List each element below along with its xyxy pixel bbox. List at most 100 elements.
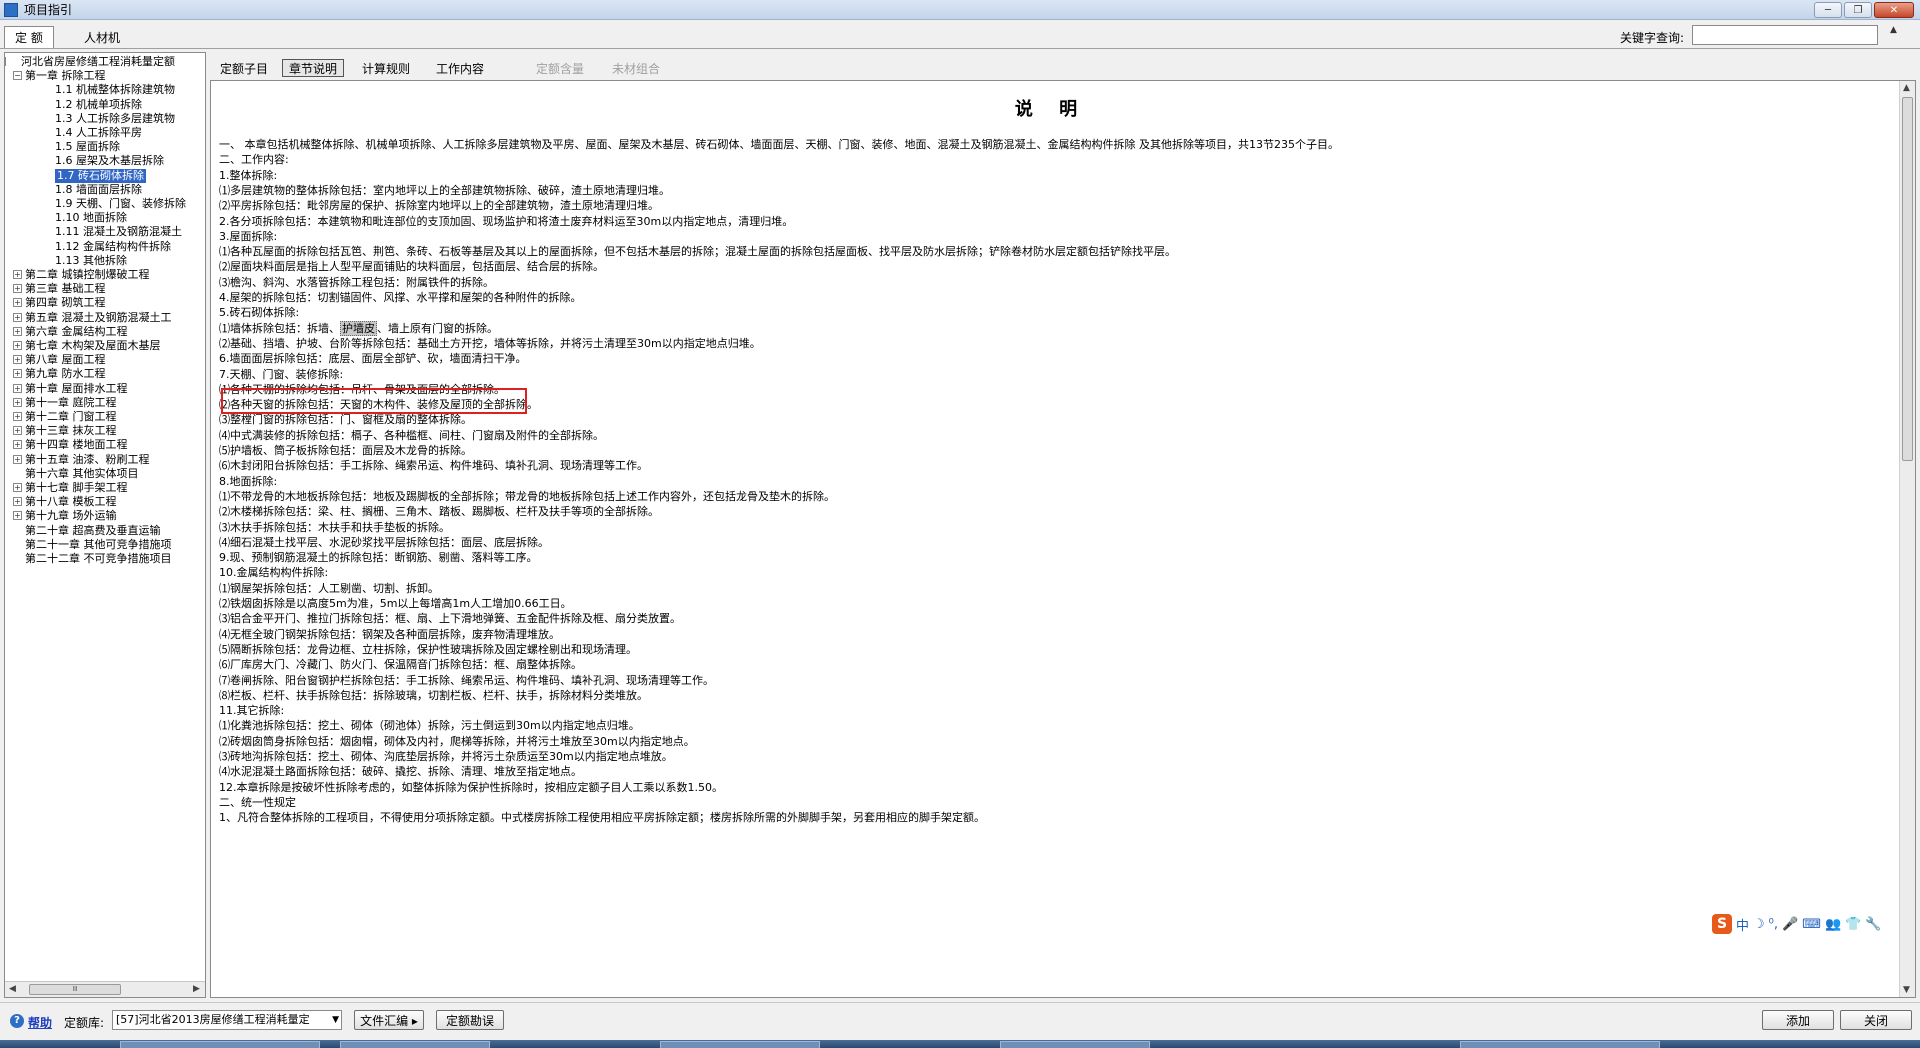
file-compilation-button[interactable]: 文件汇编 ▸ <box>354 1010 424 1030</box>
scroll-left-icon[interactable]: ◀ <box>9 984 16 994</box>
maximize-button[interactable]: ❐ <box>1844 2 1872 18</box>
quota-library-select[interactable]: [57]河北省2013房屋修缮工程消耗量定 ▼ <box>112 1010 342 1030</box>
tree-node[interactable]: 河北省房屋修缮工程消耗量定额 <box>21 55 175 69</box>
tree-node[interactable]: 第十章 屋面排水工程 <box>25 382 128 396</box>
tree-expander-icon[interactable]: − <box>5 57 6 66</box>
tree-expander-icon[interactable]: + <box>13 270 22 279</box>
tree-expander-icon[interactable]: − <box>13 71 22 81</box>
tree-expander-icon[interactable]: + <box>13 426 22 436</box>
tree-node[interactable]: 1.7 砖石砌体拆除 <box>55 168 146 183</box>
taskbar-item[interactable] <box>1460 1041 1660 1048</box>
add-button[interactable]: 添加 <box>1762 1010 1834 1030</box>
tree-node[interactable]: 1.5 屋面拆除 <box>55 140 120 154</box>
subtab-quota-items[interactable]: 定额子目 <box>214 59 274 77</box>
close-window-button[interactable]: ✕ <box>1874 2 1914 18</box>
tab-labor-material-machine[interactable]: 人材机 <box>74 27 130 47</box>
tree-node[interactable]: 1.13 其他拆除 <box>55 254 127 268</box>
tree-node[interactable]: 第二十二章 不可竞争措施项目 <box>25 552 172 566</box>
subtab-chapter-notes[interactable]: 章节说明 <box>282 59 345 77</box>
tree-horizontal-scrollbar[interactable]: ◀ Ⅲ ▶ <box>5 981 205 997</box>
subtab-material-combo: 未材组合 <box>612 61 661 76</box>
tree-expander-icon[interactable]: + <box>13 397 22 407</box>
quota-chapter-tree[interactable]: −河北省房屋修缮工程消耗量定额−第一章 拆除工程1.1 机械整体拆除建筑物1.2… <box>4 52 206 998</box>
tree-node[interactable]: 1.2 机械单项拆除 <box>55 98 142 112</box>
tree-node[interactable]: 第六章 金属结构工程 <box>25 325 128 339</box>
tree-node[interactable]: 1.3 人工拆除多层建筑物 <box>55 112 175 126</box>
tree-expander-icon[interactable]: + <box>13 312 22 322</box>
chevron-down-icon[interactable]: ▼ <box>332 1011 339 1029</box>
microphone-icon[interactable]: 🎤 <box>1782 917 1798 932</box>
tree-node[interactable]: 第四章 砌筑工程 <box>25 296 106 310</box>
tree-node[interactable]: 第二十一章 其他可竞争措施项 <box>25 538 172 552</box>
ime-language-toggle[interactable]: 中 <box>1736 915 1749 934</box>
tree-expander-icon[interactable]: + <box>13 497 22 507</box>
document-vertical-scrollbar[interactable]: ▲ ▼ <box>1899 81 1915 997</box>
skin-icon[interactable]: 👕 <box>1845 917 1861 932</box>
tree-expander-icon[interactable]: + <box>13 383 22 393</box>
tree-node[interactable]: 第八章 屋面工程 <box>25 353 106 367</box>
document-line: 二、统一性规定 <box>219 795 296 809</box>
tree-expander-icon[interactable]: + <box>13 454 22 464</box>
keyword-scroll-up-icon[interactable]: ▲ <box>1890 25 1904 45</box>
tree-node[interactable]: 1.1 机械整体拆除建筑物 <box>55 83 175 97</box>
taskbar-item[interactable] <box>1000 1041 1150 1048</box>
taskbar-item[interactable] <box>660 1041 820 1048</box>
subtab-work-content[interactable]: 工作内容 <box>430 59 490 77</box>
tree-expander-icon[interactable]: + <box>13 440 22 450</box>
tree-expander-icon[interactable]: + <box>13 369 22 379</box>
scroll-up-icon[interactable]: ▲ <box>1903 83 1910 93</box>
help-icon[interactable]: ? <box>10 1014 24 1028</box>
tree-node[interactable]: 第九章 防水工程 <box>25 367 106 381</box>
scroll-down-icon[interactable]: ▼ <box>1903 985 1910 995</box>
tree-node[interactable]: 1.11 混凝土及钢筋混凝土 <box>55 225 182 239</box>
tree-node[interactable]: 第一章 拆除工程 <box>25 69 106 83</box>
punctuation-icon[interactable]: ⁰, <box>1769 917 1778 932</box>
tree-node[interactable]: 1.12 金属结构构件拆除 <box>55 240 171 254</box>
tree-expander-icon[interactable]: + <box>13 412 22 421</box>
help-link[interactable]: 帮助 <box>28 1014 52 1031</box>
tree-node[interactable]: 第十六章 其他实体项目 <box>25 467 139 481</box>
taskbar-item[interactable] <box>340 1041 490 1048</box>
moon-icon[interactable]: ☽ <box>1753 917 1765 932</box>
tree-node[interactable]: 1.10 地面拆除 <box>55 211 127 225</box>
tree-node[interactable]: 第十三章 抹灰工程 <box>25 424 117 438</box>
ime-toolbar[interactable]: S 中 ☽ ⁰, 🎤 ⌨ 👥 👕 🔧 <box>1712 912 1918 936</box>
tree-node[interactable]: 第十一章 庭院工程 <box>25 396 117 410</box>
tree-node[interactable]: 1.8 墙面面层拆除 <box>55 183 142 197</box>
tree-node[interactable]: 1.9 天棚、门窗、装修拆除 <box>55 197 186 211</box>
subtab-calculation-rules[interactable]: 计算规则 <box>356 59 416 77</box>
users-icon[interactable]: 👥 <box>1825 917 1841 932</box>
tree-expander-icon[interactable]: + <box>13 355 22 365</box>
tree-node[interactable]: 第十九章 场外运输 <box>25 509 117 523</box>
close-button[interactable]: 关闭 <box>1840 1010 1912 1030</box>
tree-node[interactable]: 1.6 屋架及木基层拆除 <box>55 154 164 168</box>
taskbar-item[interactable] <box>120 1041 320 1048</box>
tree-expander-icon[interactable]: + <box>13 511 22 521</box>
tree-node[interactable]: 第十五章 油漆、粉刷工程 <box>25 453 150 467</box>
tree-node[interactable]: 1.4 人工拆除平房 <box>55 126 142 140</box>
tree-node[interactable]: 第二章 城镇控制爆破工程 <box>25 268 150 282</box>
tree-expander-icon[interactable]: + <box>13 483 22 492</box>
tree-node[interactable]: 第七章 木构架及屋面木基层 <box>25 339 161 353</box>
quota-errata-button[interactable]: 定额勘误 <box>436 1010 504 1030</box>
tree-node[interactable]: 第五章 混凝土及钢筋混凝土工 <box>25 311 172 325</box>
tree-expander-icon[interactable]: + <box>13 341 22 350</box>
tree-node[interactable]: 第二十章 超高费及垂直运输 <box>25 524 161 538</box>
tree-node[interactable]: 第十八章 模板工程 <box>25 495 117 509</box>
scroll-thumb[interactable] <box>1902 97 1913 461</box>
tree-expander-icon[interactable]: + <box>13 298 22 308</box>
wrench-icon[interactable]: 🔧 <box>1865 917 1881 932</box>
tree-expander-icon[interactable]: + <box>13 326 22 336</box>
tree-expander-icon[interactable]: + <box>13 284 22 294</box>
tab-quota[interactable]: 定 额 <box>4 26 54 48</box>
tree-node[interactable]: 第十七章 脚手架工程 <box>25 481 128 495</box>
tree-node[interactable]: 第十四章 楼地面工程 <box>25 438 128 452</box>
keyword-search-input[interactable] <box>1692 25 1878 45</box>
scroll-right-icon[interactable]: ▶ <box>193 984 200 994</box>
scroll-thumb[interactable]: Ⅲ <box>29 984 121 995</box>
keyboard-icon[interactable]: ⌨ <box>1802 917 1821 932</box>
sogou-logo-icon[interactable]: S <box>1712 914 1732 934</box>
minimize-button[interactable]: ─ <box>1814 2 1842 18</box>
tree-node[interactable]: 第三章 基础工程 <box>25 282 106 296</box>
tree-node[interactable]: 第十二章 门窗工程 <box>25 410 117 424</box>
